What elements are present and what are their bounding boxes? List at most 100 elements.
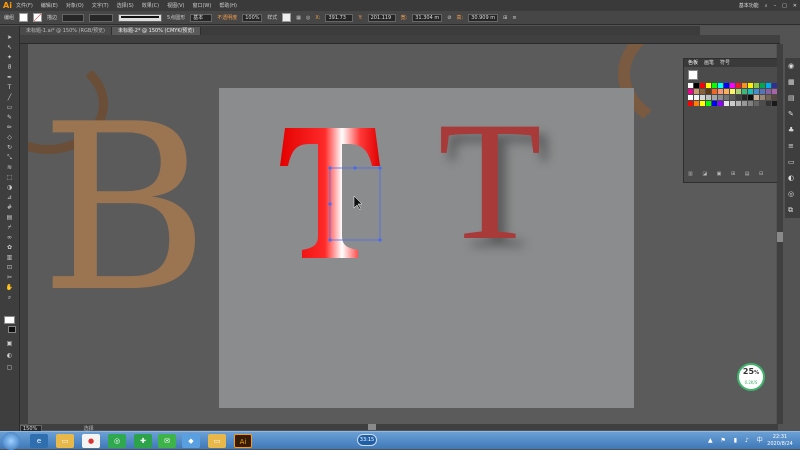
color-swatch[interactable] bbox=[760, 95, 765, 100]
menu-effect[interactable]: 效果(C) bbox=[142, 2, 159, 9]
menu-window[interactable]: 窗口(W) bbox=[192, 2, 211, 9]
vertical-scrollbar[interactable] bbox=[777, 44, 783, 424]
workspace-switcher[interactable]: 基本功能 bbox=[739, 2, 759, 9]
menu-edit[interactable]: 编辑(E) bbox=[41, 2, 58, 9]
color-swatch[interactable] bbox=[730, 101, 735, 106]
menu-type[interactable]: 文字(T) bbox=[92, 2, 109, 9]
anchor-point[interactable] bbox=[378, 166, 382, 170]
color-swatch[interactable] bbox=[706, 83, 711, 88]
menu-object[interactable]: 对象(O) bbox=[66, 2, 84, 9]
color-panel-icon[interactable]: ◉ bbox=[788, 62, 794, 70]
maximize-icon[interactable]: □ bbox=[782, 3, 787, 9]
file-explorer-icon[interactable]: ▭ bbox=[56, 434, 74, 448]
tab-document-1[interactable]: 未标题-1.ai* @ 150% (RGB/预览) bbox=[20, 27, 112, 35]
horizontal-scrollbar[interactable] bbox=[28, 424, 778, 430]
magic-wand-tool-icon[interactable]: ✦ bbox=[4, 54, 15, 62]
opacity-label[interactable]: 不透明度 bbox=[217, 14, 237, 21]
color-swatch[interactable] bbox=[712, 95, 717, 100]
variable-width-field[interactable] bbox=[89, 13, 114, 22]
color-swatch[interactable] bbox=[754, 89, 759, 94]
direct-selection-tool-icon[interactable]: ↖ bbox=[4, 44, 15, 52]
tab-swatches[interactable]: 色板 bbox=[688, 59, 698, 67]
letter-t-red[interactable]: T bbox=[438, 96, 542, 266]
free-transform-tool-icon[interactable]: ⬚ bbox=[4, 174, 15, 182]
color-swatch[interactable] bbox=[700, 89, 705, 94]
color-swatch[interactable] bbox=[712, 101, 717, 106]
color-swatch[interactable] bbox=[706, 95, 711, 100]
symbols-icon[interactable]: ♣ bbox=[788, 126, 794, 134]
system-clock[interactable]: 22:31 2020/8/24 bbox=[760, 434, 800, 448]
color-guide-icon[interactable]: ▦ bbox=[788, 78, 795, 86]
color-swatch[interactable] bbox=[742, 95, 747, 100]
illustrator-taskbar-icon[interactable]: Ai bbox=[234, 434, 252, 448]
menu-help[interactable]: 帮助(H) bbox=[219, 2, 237, 9]
transparency-icon[interactable]: ◐ bbox=[788, 174, 794, 182]
type-tool-icon[interactable]: T bbox=[4, 84, 15, 92]
style-field[interactable]: 基本 bbox=[190, 13, 213, 22]
zoom-tool-icon[interactable]: ⌕ bbox=[4, 294, 15, 302]
color-swatch[interactable] bbox=[766, 95, 771, 100]
chrome-icon[interactable]: ● bbox=[82, 434, 100, 448]
shape-builder-tool-icon[interactable]: ◑ bbox=[4, 184, 15, 192]
app-green-icon[interactable]: ◎ bbox=[108, 434, 126, 448]
color-swatch[interactable] bbox=[736, 101, 741, 106]
color-swatch[interactable] bbox=[748, 83, 753, 88]
color-swatch[interactable] bbox=[724, 89, 729, 94]
color-swatch[interactable] bbox=[748, 101, 753, 106]
start-button-icon[interactable] bbox=[2, 432, 20, 450]
layers-icon[interactable]: ⧉ bbox=[788, 206, 793, 215]
scale-tool-icon[interactable]: ⤡ bbox=[4, 154, 15, 162]
folder-icon[interactable]: ▭ bbox=[208, 434, 226, 448]
minimize-icon[interactable]: – bbox=[774, 3, 777, 9]
app-blue-icon[interactable]: ◆ bbox=[182, 434, 200, 448]
horizontal-scroll-thumb[interactable] bbox=[368, 424, 376, 430]
color-swatch[interactable] bbox=[694, 83, 699, 88]
opacity-field[interactable]: 100% bbox=[242, 13, 263, 22]
color-swatch[interactable] bbox=[742, 83, 747, 88]
color-swatch[interactable] bbox=[718, 101, 723, 106]
color-swatch[interactable] bbox=[694, 95, 699, 100]
mesh-tool-icon[interactable]: # bbox=[4, 204, 15, 212]
color-swatch[interactable] bbox=[754, 101, 759, 106]
rectangle-tool-icon[interactable]: ▭ bbox=[4, 104, 15, 112]
menu-view[interactable]: 视图(V) bbox=[167, 2, 184, 9]
pencil-tool-icon[interactable]: ✏ bbox=[4, 124, 15, 132]
brushes-icon[interactable]: ✎ bbox=[788, 110, 794, 118]
x-field[interactable]: 391.73 bbox=[325, 13, 354, 22]
y-field[interactable]: 201.119 bbox=[367, 13, 396, 22]
artboard-tool-icon[interactable]: ⊡ bbox=[4, 264, 15, 272]
globe-icon[interactable]: ◎ bbox=[306, 15, 310, 21]
app-360-icon[interactable]: ✚ bbox=[134, 434, 152, 448]
color-swatch[interactable] bbox=[712, 89, 717, 94]
color-swatch[interactable] bbox=[706, 101, 711, 106]
graphic-style-swatch[interactable] bbox=[282, 13, 292, 22]
graph-tool-icon[interactable]: ▥ bbox=[4, 254, 15, 262]
wechat-icon[interactable]: ✉ bbox=[158, 434, 176, 448]
line-tool-icon[interactable]: ╱ bbox=[4, 94, 15, 102]
tray-icons[interactable]: ▲ ⚑ ▮ ♪ 中 bbox=[708, 435, 766, 444]
canvas[interactable]: B T bbox=[28, 44, 776, 424]
width-tool-icon[interactable]: ≋ bbox=[4, 164, 15, 172]
pen-tool-icon[interactable]: ✒ bbox=[4, 74, 15, 82]
color-swatch[interactable] bbox=[688, 101, 693, 106]
color-swatch[interactable] bbox=[724, 101, 729, 106]
color-swatch[interactable] bbox=[688, 95, 693, 100]
color-swatch[interactable] bbox=[730, 83, 735, 88]
tab-symbols[interactable]: 符号 bbox=[720, 59, 730, 67]
gradient-icon[interactable]: ▭ bbox=[788, 158, 795, 166]
w-field[interactable]: 31.304 m bbox=[412, 13, 443, 22]
menu-file[interactable]: 文件(F) bbox=[16, 2, 33, 9]
transform-icon[interactable]: ⊞ bbox=[503, 15, 507, 21]
search-icon[interactable]: ⌕ bbox=[765, 3, 768, 9]
swatches-icon[interactable]: ▤ bbox=[788, 94, 795, 102]
active-fill-swatch[interactable] bbox=[688, 70, 698, 80]
color-swatch[interactable] bbox=[700, 95, 705, 100]
eyedropper-tool-icon[interactable]: ⌿ bbox=[4, 224, 15, 232]
color-swatch[interactable] bbox=[718, 95, 723, 100]
eraser-tool-icon[interactable]: ◇ bbox=[4, 134, 15, 142]
rotate-tool-icon[interactable]: ↻ bbox=[4, 144, 15, 152]
lasso-tool-icon[interactable]: ϑ bbox=[4, 64, 15, 72]
fill-color-icon[interactable] bbox=[4, 316, 15, 324]
color-swatch[interactable] bbox=[754, 95, 759, 100]
tab-document-2[interactable]: 未标题-2* @ 150% (CMYK/预览) bbox=[111, 27, 202, 35]
